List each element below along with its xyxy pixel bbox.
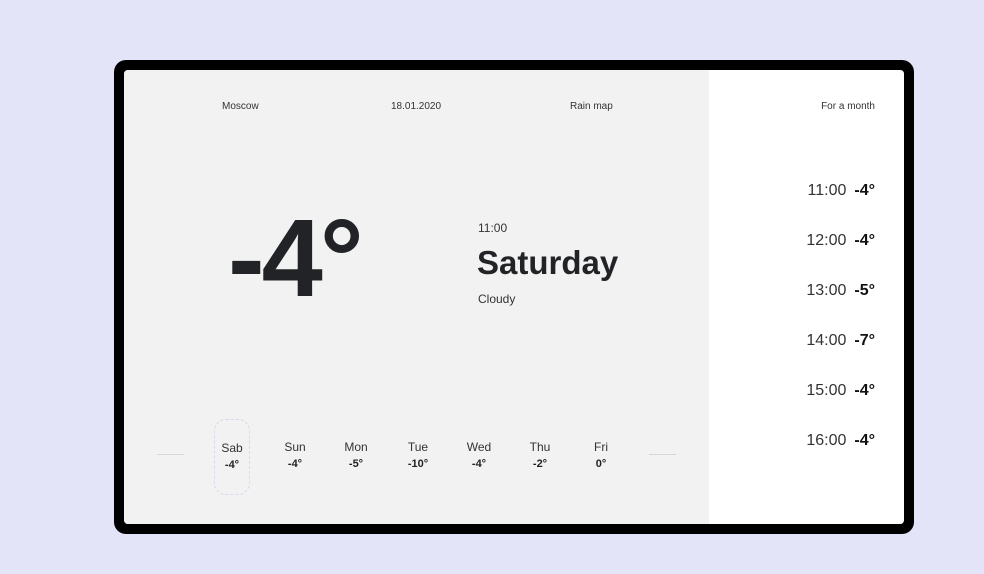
current-time: 11:00: [478, 221, 508, 235]
city-link[interactable]: Moscow: [222, 101, 259, 112]
week-day-sun[interactable]: Sun -4°: [277, 419, 313, 495]
week-day-temp: -4°: [224, 459, 240, 471]
hour-time: 15:00: [806, 382, 847, 399]
hour-time: 16:00: [806, 432, 847, 449]
week-day-temp: -4°: [287, 458, 303, 470]
week-day-name: Tue: [407, 440, 429, 454]
hourly-row: 16:00 -4°: [806, 432, 875, 450]
device-frame: Moscow 18.01.2020 Rain map -4° 11:00 Sat…: [114, 60, 914, 534]
hourly-row: 14:00 -7°: [806, 332, 875, 350]
week-day-temp: -10°: [407, 458, 429, 470]
current-temperature: -4°: [228, 197, 364, 320]
week-day-temp: 0°: [595, 458, 607, 470]
week-day-temp: -4°: [471, 458, 487, 470]
rain-map-link[interactable]: Rain map: [570, 101, 613, 112]
hourly-panel: For a month 11:00 -4° 12:00 -4° 13:00 -5° 1…: [709, 70, 904, 524]
week-day-name: Sab: [221, 441, 243, 455]
week-divider-right: [649, 454, 676, 455]
main-panel: Moscow 18.01.2020 Rain map -4° 11:00 Sat…: [124, 70, 709, 524]
hourly-row: 15:00 -4°: [806, 382, 875, 400]
week-day-mon[interactable]: Mon -5°: [338, 419, 374, 495]
hourly-row: 11:00 -4°: [808, 182, 875, 200]
week-day-name: Mon: [344, 440, 368, 454]
week-day-temp: -2°: [532, 458, 548, 470]
for-month-link[interactable]: For a month: [821, 101, 875, 112]
hour-time: 11:00: [807, 182, 847, 199]
week-day-fri[interactable]: Fri 0°: [583, 419, 619, 495]
week-day-thu[interactable]: Thu -2°: [522, 419, 558, 495]
hourly-row: 12:00 -4°: [806, 232, 875, 250]
hour-time: 13:00: [806, 282, 847, 299]
week-day-name: Wed: [466, 440, 492, 454]
week-day-sab[interactable]: Sab -4°: [214, 419, 250, 495]
current-condition: Cloudy: [478, 292, 516, 306]
week-day-temp: -5°: [348, 458, 364, 470]
week-divider-left: [157, 454, 184, 455]
hourly-row: 13:00 -5°: [806, 282, 875, 300]
week-day-name: Fri: [594, 440, 608, 454]
hour-temp: -5°: [854, 282, 875, 299]
weather-app: Moscow 18.01.2020 Rain map -4° 11:00 Sat…: [124, 70, 904, 524]
hour-time: 12:00: [806, 232, 847, 249]
hour-temp: -7°: [854, 332, 875, 349]
date-label: 18.01.2020: [391, 101, 442, 112]
hour-time: 14:00: [806, 332, 847, 349]
week-day-name: Sun: [284, 440, 306, 454]
hour-temp: -4°: [854, 232, 875, 249]
hour-temp: -4°: [854, 182, 875, 199]
week-day-wed[interactable]: Wed -4°: [461, 419, 497, 495]
current-day: Saturday: [477, 244, 619, 281]
week-day-name: Thu: [529, 440, 551, 454]
hour-temp: -4°: [854, 382, 875, 399]
week-day-tue[interactable]: Tue -10°: [400, 419, 436, 495]
hour-temp: -4°: [854, 432, 875, 449]
